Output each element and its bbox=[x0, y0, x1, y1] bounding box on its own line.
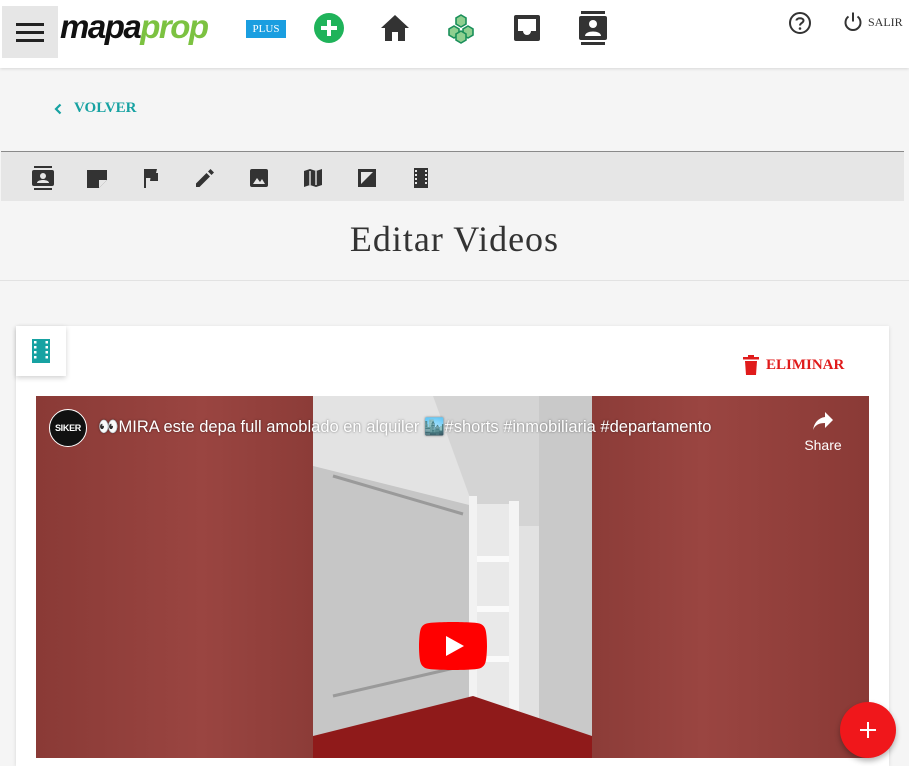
plus-circle-icon bbox=[314, 13, 344, 43]
note-icon[interactable] bbox=[85, 166, 109, 190]
map-icon[interactable] bbox=[301, 166, 325, 190]
contacts-button[interactable] bbox=[575, 10, 611, 46]
video-player[interactable]: SIKER 👀MIRA este depa full amoblado en a… bbox=[36, 396, 869, 758]
share-arrow-icon bbox=[813, 412, 833, 430]
contact-card-tool-icon[interactable] bbox=[31, 166, 55, 190]
help-circle-icon[interactable] bbox=[786, 9, 814, 37]
page-title: Editar Videos bbox=[349, 219, 560, 259]
card-header-badge bbox=[16, 326, 66, 376]
section-toolbar bbox=[1, 151, 904, 201]
home-icon bbox=[381, 15, 409, 41]
film-tool-icon[interactable] bbox=[409, 166, 433, 190]
plus-icon bbox=[860, 722, 876, 738]
add-video-fab[interactable] bbox=[840, 702, 896, 758]
hexagon-network-icon bbox=[448, 14, 474, 44]
logo-text-green: prop bbox=[140, 8, 209, 45]
title-divider bbox=[0, 280, 909, 281]
hamburger-icon bbox=[16, 23, 44, 42]
pencil-icon[interactable] bbox=[193, 166, 217, 190]
add-button[interactable] bbox=[311, 10, 347, 46]
logo-text-dark: mapa bbox=[60, 8, 142, 45]
chevron-left-icon bbox=[54, 103, 62, 114]
photo-frame-icon[interactable] bbox=[355, 166, 379, 190]
inbox-icon bbox=[514, 15, 540, 41]
flag-icon[interactable] bbox=[139, 166, 163, 190]
logout-label: SALIR bbox=[868, 14, 903, 29]
share-label: Share bbox=[804, 437, 842, 453]
video-blur-left bbox=[36, 396, 313, 758]
mapaprop-logo[interactable]: mapaprop bbox=[60, 8, 209, 46]
back-label: VOLVER bbox=[74, 100, 137, 116]
power-icon bbox=[844, 12, 862, 31]
youtube-play-icon[interactable] bbox=[419, 622, 487, 670]
logout-button[interactable]: SALIR bbox=[842, 11, 903, 33]
image-icon[interactable] bbox=[247, 166, 271, 190]
back-link[interactable]: VOLVER bbox=[50, 100, 137, 117]
film-icon bbox=[32, 339, 50, 363]
network-button[interactable] bbox=[443, 10, 479, 46]
trash-icon bbox=[743, 355, 759, 375]
channel-avatar[interactable]: SIKER bbox=[49, 409, 87, 447]
home-button[interactable] bbox=[377, 10, 413, 46]
delete-label: ELIMINAR bbox=[766, 356, 845, 373]
contact-card-icon bbox=[579, 11, 607, 45]
menu-button[interactable] bbox=[2, 6, 58, 58]
inbox-button[interactable] bbox=[509, 10, 545, 46]
top-bar: mapaprop PLUS SALIR bbox=[0, 0, 909, 68]
closet-scene bbox=[313, 396, 592, 758]
plus-badge[interactable]: PLUS bbox=[246, 20, 286, 38]
video-title[interactable]: 👀MIRA este depa full amoblado en alquile… bbox=[98, 418, 711, 437]
delete-button[interactable]: ELIMINAR bbox=[742, 354, 844, 376]
video-thumbnail bbox=[313, 396, 592, 758]
share-button[interactable]: Share bbox=[798, 410, 848, 453]
